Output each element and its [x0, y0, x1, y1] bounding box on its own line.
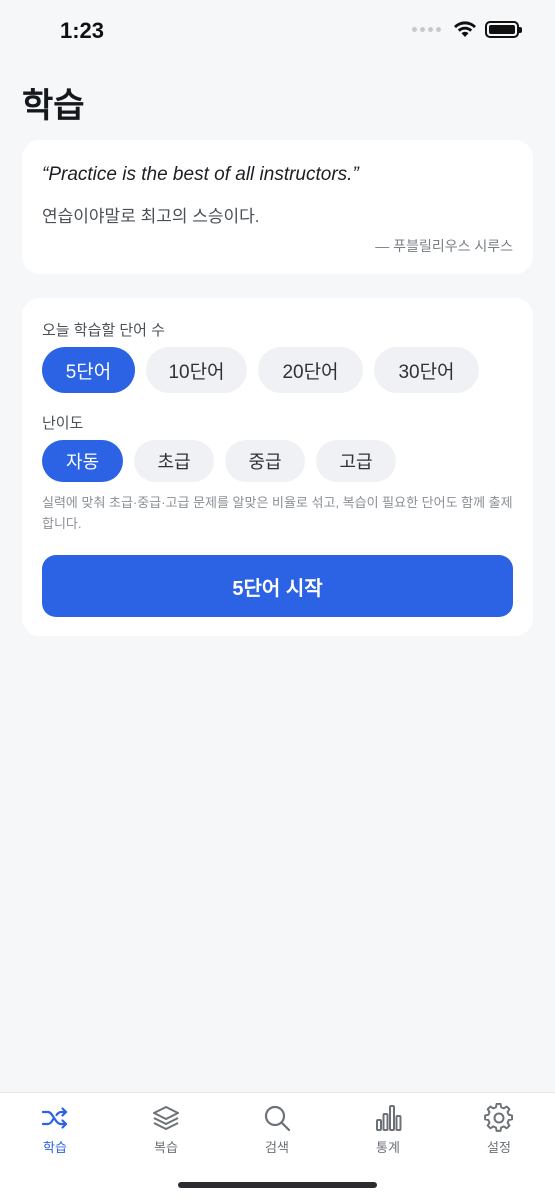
page-title: 학습	[22, 87, 85, 125]
tab-study[interactable]: 학습	[15, 1103, 95, 1156]
word-count-chip-10[interactable]: 10단어	[146, 347, 247, 393]
difficulty-options: 자동 초급 중급 고급	[42, 440, 396, 482]
tab-stats[interactable]: 통계	[348, 1103, 428, 1156]
word-count-label: 오늘 학습할 단어 수	[42, 322, 165, 339]
tab-settings[interactable]: 설정	[459, 1103, 539, 1156]
word-count-chip-20[interactable]: 20단어	[258, 347, 363, 393]
bar-chart-icon	[376, 1105, 402, 1131]
word-count-chip-5[interactable]: 5단어	[42, 347, 135, 393]
tab-review[interactable]: 복습	[126, 1103, 206, 1156]
quote-korean: 연습이야말로 최고의 스승이다.	[42, 207, 260, 226]
tab-label: 복습	[154, 1140, 178, 1155]
study-settings-card: 오늘 학습할 단어 수 5단어 10단어 20단어 30단어 난이도 자동 초급…	[22, 298, 533, 636]
difficulty-description: 실력에 맞춰 초급·중급·고급 문제를 알맞은 비율로 섞고, 복습이 필요한 …	[42, 495, 513, 531]
difficulty-chip-auto[interactable]: 자동	[42, 440, 123, 482]
word-count-chip-30[interactable]: 30단어	[374, 347, 479, 393]
difficulty-chip-advanced[interactable]: 고급	[316, 440, 396, 482]
word-count-options: 5단어 10단어 20단어 30단어	[42, 347, 479, 393]
quote-english: “Practice is the best of all instructors…	[42, 164, 359, 185]
tab-search[interactable]: 검색	[237, 1103, 317, 1156]
signal-dots-icon	[412, 26, 441, 32]
search-icon	[264, 1105, 291, 1132]
tab-label: 통계	[376, 1140, 400, 1155]
start-button[interactable]: 5단어 시작	[42, 555, 513, 617]
tab-label: 검색	[265, 1140, 289, 1155]
shuffle-icon	[41, 1107, 68, 1129]
layers-icon	[153, 1106, 179, 1130]
tab-label: 설정	[487, 1140, 511, 1155]
status-icons	[412, 20, 522, 38]
battery-icon	[485, 20, 522, 38]
gear-icon	[484, 1103, 514, 1132]
status-bar: 1:23	[0, 0, 555, 62]
status-time: 1:23	[60, 18, 105, 43]
wifi-icon	[454, 21, 476, 37]
quote-author: — 푸블릴리우스 시루스	[375, 238, 513, 254]
quote-card: “Practice is the best of all instructors…	[22, 140, 533, 274]
tab-label: 학습	[43, 1140, 67, 1155]
difficulty-label: 난이도	[42, 415, 84, 432]
difficulty-chip-beginner[interactable]: 초급	[134, 440, 214, 482]
difficulty-chip-intermediate[interactable]: 중급	[225, 440, 305, 482]
home-indicator	[178, 1182, 377, 1188]
